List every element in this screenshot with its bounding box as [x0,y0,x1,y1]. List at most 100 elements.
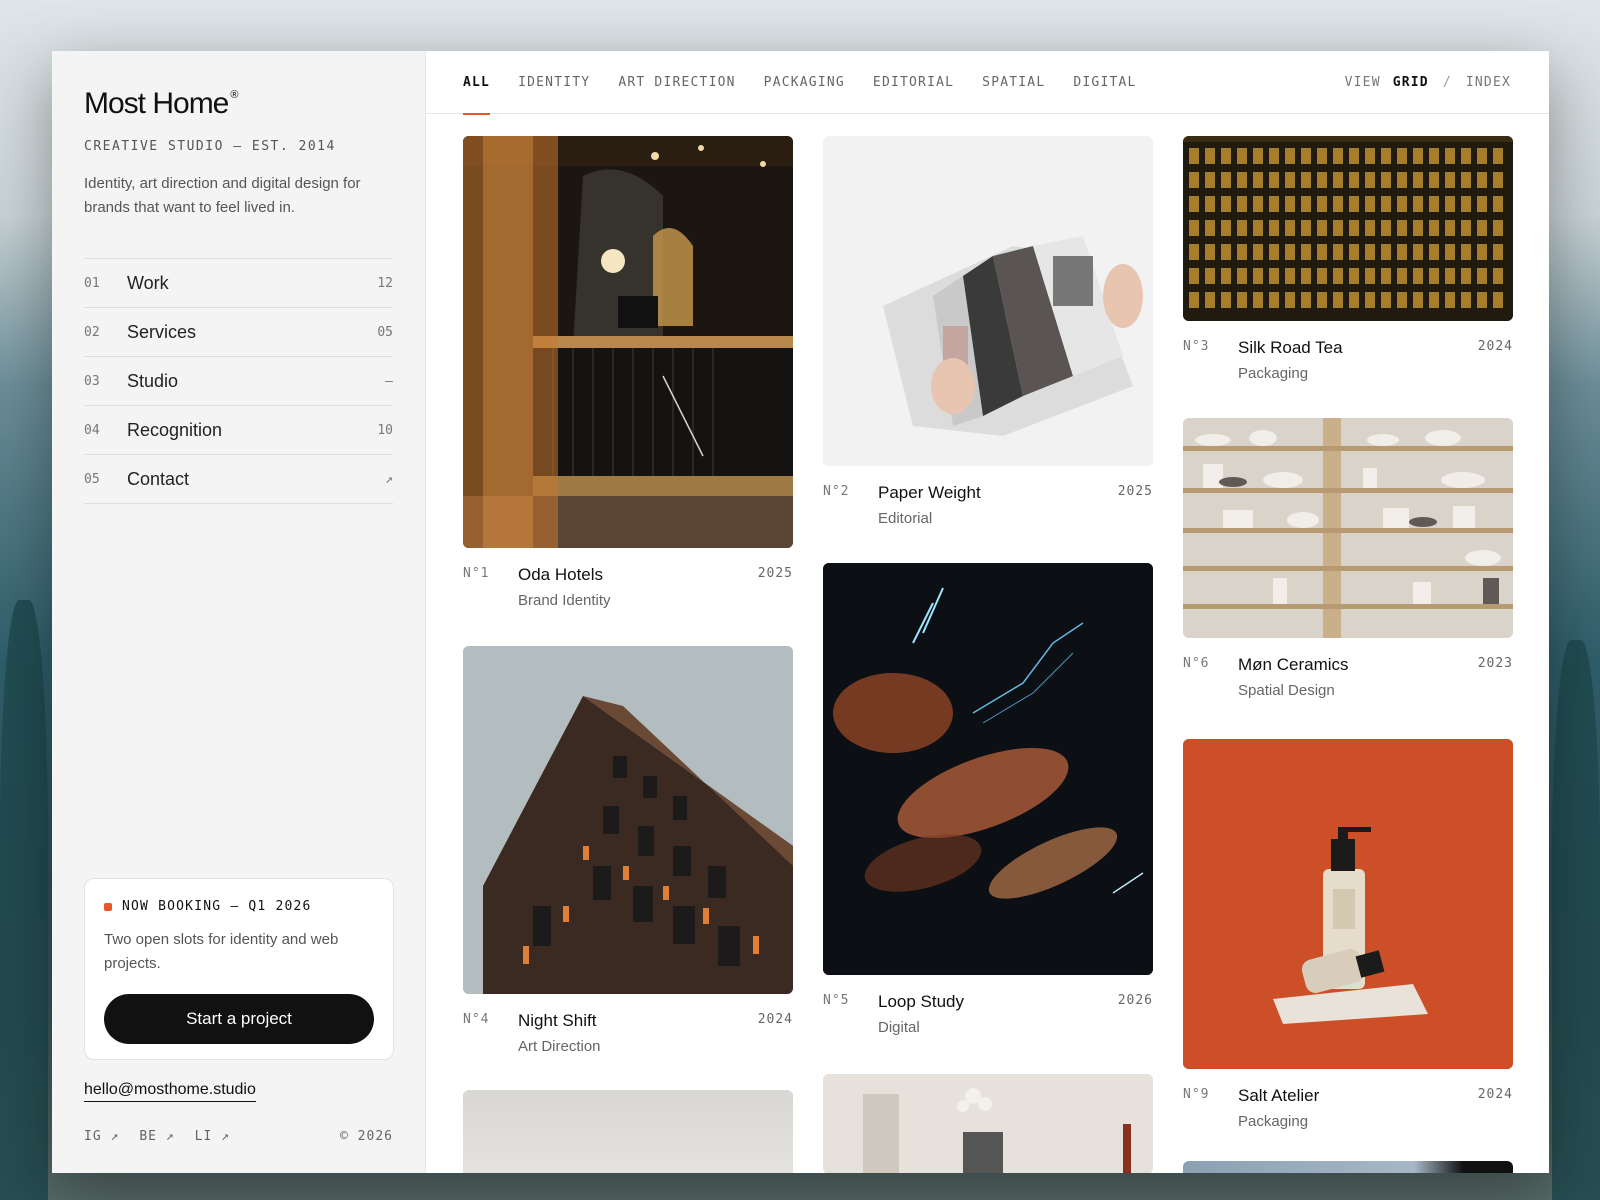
booking-status-text: NOW BOOKING — Q1 2026 [122,899,312,914]
project-title: Paper Weight [878,483,981,502]
tab-spatial[interactable]: SPATIAL [982,51,1045,114]
project-number: N°4 [463,1012,490,1027]
project-image [463,646,793,994]
project-image [463,136,793,548]
brand-name: Most Home [84,87,229,120]
project-title: Loop Study [878,992,965,1011]
tab-identity[interactable]: IDENTITY [518,51,590,114]
project-category: Art Direction [518,1038,601,1055]
project-number: N°5 [823,993,850,1008]
tab-art-direction[interactable]: ART DIRECTION [618,51,735,114]
nav-label: Work [127,272,169,293]
project-year: 2026 [1117,993,1153,1008]
project-card-silk-road-tea[interactable]: N°3 Silk Road Tea Packaging 2024 [1183,136,1513,382]
nav-number: 01 [84,275,100,291]
sidebar-item-studio[interactable]: 03 Studio — [84,357,393,406]
view-toggle: VIEW GRID / INDEX [1345,75,1511,90]
sidebar: Most Home ® CREATIVE STUDIO — EST. 2014 … [52,51,426,1173]
nav-label: Recognition [127,419,223,440]
booking-status: NOW BOOKING — Q1 2026 [104,899,374,914]
linkedin-link[interactable]: LI ↗ [195,1129,230,1144]
project-card-preview[interactable] [463,1090,793,1173]
project-title: Oda Hotels [518,565,604,584]
project-number: N°9 [1183,1087,1210,1102]
project-title: Salt Atelier [1238,1086,1320,1105]
brand-tagline: CREATIVE STUDIO — EST. 2014 [84,139,336,154]
status-dot-icon [104,902,112,911]
app-window: Most Home ® CREATIVE STUDIO — EST. 2014 … [52,51,1549,1173]
project-card-preview[interactable] [823,1074,1153,1173]
backdrop-tree [1552,640,1600,1200]
tab-packaging[interactable]: PACKAGING [764,51,845,114]
project-category: Spatial Design [1238,682,1335,699]
booking-card: NOW BOOKING — Q1 2026 Two open slots for… [84,878,394,1060]
registered-mark: ® [230,89,238,101]
view-label: VIEW [1344,74,1381,90]
project-number: N°3 [1183,339,1210,354]
tab-all[interactable]: ALL [463,51,491,115]
behance-link[interactable]: BE ↗ [139,1129,174,1144]
project-image [1183,739,1513,1069]
project-image [1183,418,1513,638]
project-meta: N°5 Loop Study Digital 2026 [823,992,1153,1036]
project-category: Packaging [1238,1113,1309,1130]
project-image [823,136,1153,466]
project-number: N°6 [1183,656,1210,671]
project-category: Editorial [878,510,933,527]
project-card-oda-hotels[interactable]: N°1 Oda Hotels Brand Identity 2025 [463,136,793,609]
project-card-night-shift[interactable]: N°4 Night Shift Art Direction 2024 [463,646,793,1055]
nav-label: Contact [127,468,190,489]
sidebar-item-recognition[interactable]: 04 Recognition 10 [84,406,393,455]
project-image [463,1090,793,1173]
booking-description: Two open slots for identity and web proj… [104,931,339,972]
project-card-preview[interactable] [1183,1161,1513,1173]
project-year: 2024 [1477,1087,1513,1102]
view-grid-option[interactable]: GRID [1393,75,1429,90]
project-image [823,563,1153,975]
project-year: 2025 [757,566,793,581]
backdrop-tree [0,600,48,1200]
filter-bar: ALL IDENTITY ART DIRECTION PACKAGING EDI… [426,51,1549,115]
instagram-link[interactable]: IG ↗ [84,1129,119,1144]
sidebar-item-services[interactable]: 02 Services 05 [84,308,393,357]
view-index-option[interactable]: INDEX [1466,75,1511,90]
nav-label: Studio [127,370,179,391]
project-category: Digital [878,1019,920,1036]
studio-intro: Identity, art direction and digital desi… [84,175,361,216]
project-meta: N°2 Paper Weight Editorial 2025 [823,483,1153,527]
project-number: N°2 [823,484,850,499]
project-category: Packaging [1238,365,1309,382]
arrow-up-right-icon: ↗ [385,471,393,487]
project-number: N°1 [463,566,490,581]
tab-digital[interactable]: DIGITAL [1073,51,1136,114]
project-card-loop-study[interactable]: N°5 Loop Study Digital 2026 [823,563,1153,1036]
tab-editorial[interactable]: EDITORIAL [873,51,954,114]
brand-logo[interactable]: Most Home ® [84,87,239,121]
nav-number: 04 [84,422,100,438]
project-meta: N°4 Night Shift Art Direction 2024 [463,1011,793,1055]
project-year: 2023 [1477,656,1513,671]
project-category: Brand Identity [518,592,611,609]
project-year: 2025 [1117,484,1153,499]
project-card-mon-ceramics[interactable]: N°6 Møn Ceramics Spatial Design 2023 [1183,418,1513,699]
sidebar-item-contact[interactable]: 05 Contact ↗ [84,455,393,504]
project-title: Møn Ceramics [1238,655,1349,674]
view-separator: / [1442,74,1452,90]
sidebar-nav: 01 Work 12 02 Services 05 03 Studio — 04… [84,258,393,504]
nav-count: 10 [377,422,393,438]
project-card-salt-atelier[interactable]: N°9 Salt Atelier Packaging 2024 [1183,739,1513,1130]
project-meta: N°9 Salt Atelier Packaging 2024 [1183,1086,1513,1130]
start-project-button[interactable]: Start a project [104,994,374,1044]
project-card-paper-weight[interactable]: N°2 Paper Weight Editorial 2025 [823,136,1153,527]
project-title: Night Shift [518,1011,597,1030]
nav-count: — [385,373,393,389]
project-meta: N°3 Silk Road Tea Packaging 2024 [1183,338,1513,382]
sidebar-footer: IG ↗ BE ↗ LI ↗ © 2026 [84,1129,393,1144]
copyright: © 2026 [340,1129,393,1144]
project-image [1183,136,1513,321]
nav-number: 05 [84,471,100,487]
email-link[interactable]: hello@mosthome.studio [84,1081,256,1102]
project-year: 2024 [1477,339,1513,354]
project-year: 2024 [757,1012,793,1027]
sidebar-item-work[interactable]: 01 Work 12 [84,259,393,308]
